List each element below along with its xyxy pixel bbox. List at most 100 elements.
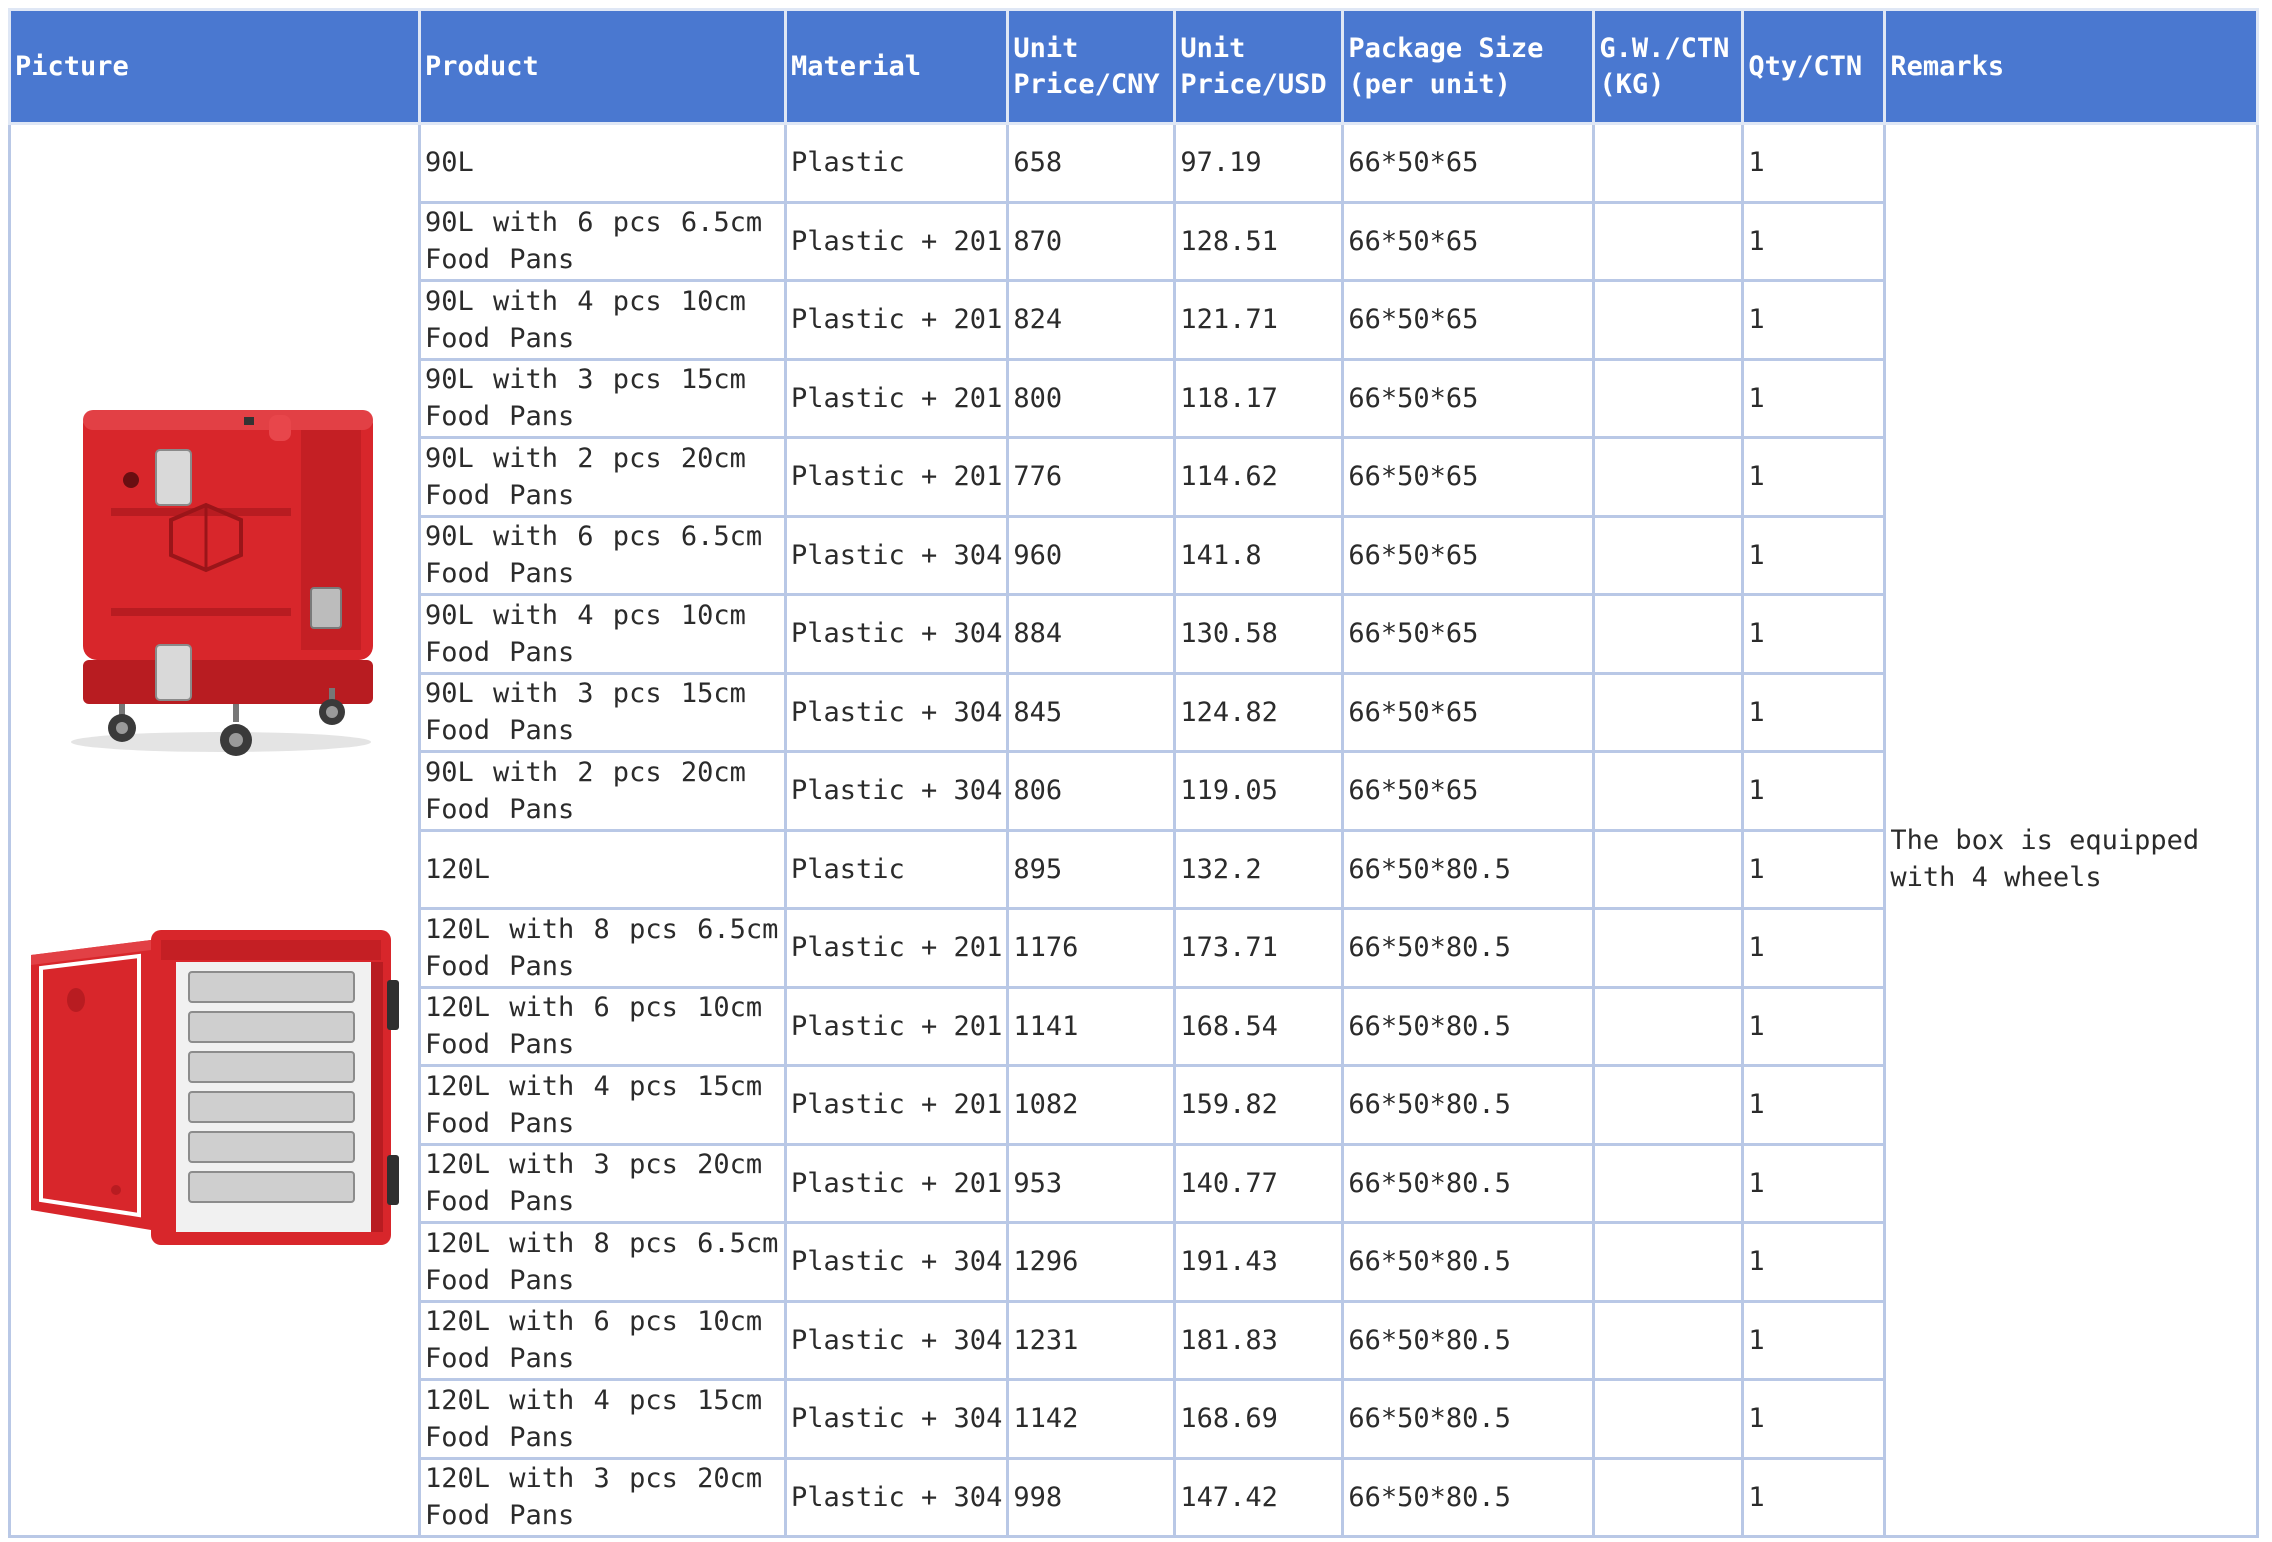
- cell-gw: [1592, 1299, 1745, 1381]
- cell-size: 66*50*80.5: [1341, 907, 1596, 989]
- cell-material: Plastic + 304: [783, 1299, 1010, 1381]
- cell-cny: 1231: [1006, 1299, 1177, 1381]
- cell-cny: 658: [1006, 122, 1177, 204]
- header-price-usd: Unit Price/USD: [1173, 8, 1345, 125]
- cell-material: Plastic + 201: [783, 1142, 1010, 1224]
- cell-size: 66*50*65: [1341, 122, 1596, 204]
- remarks-cell: The box is equipped with 4 wheels: [1883, 122, 2260, 1538]
- header-row: Picture Product Material Unit Price/CNY Unit…: [8, 8, 2260, 125]
- cell-gw: [1592, 122, 1745, 204]
- cell-material: Plastic + 304: [783, 671, 1010, 753]
- cell-product: 120L: [418, 828, 787, 910]
- cell-size: 66*50*65: [1341, 436, 1596, 518]
- header-package-size: Package Size (per unit): [1341, 8, 1596, 125]
- header-product: Product: [418, 8, 787, 125]
- cell-qty: 1: [1741, 671, 1887, 753]
- cell-qty: 1: [1741, 750, 1887, 832]
- cell-product: 120L with 4 pcs 15cm Food Pans: [418, 1064, 787, 1146]
- cell-cny: 1141: [1006, 985, 1177, 1067]
- cell-product: 90L with 2 pcs 20cm Food Pans: [418, 436, 787, 518]
- price-list-table: Picture Product Material Unit Price/CNY Unit…: [8, 8, 2260, 1538]
- cell-gw: [1592, 514, 1745, 596]
- cell-cny: 1296: [1006, 1221, 1177, 1303]
- cell-cny: 800: [1006, 357, 1177, 439]
- cell-usd: 124.82: [1173, 671, 1345, 753]
- cell-qty: 1: [1741, 1221, 1887, 1303]
- cell-cny: 845: [1006, 671, 1177, 753]
- cell-product: 120L with 6 pcs 10cm Food Pans: [418, 1299, 787, 1381]
- cell-qty: 1: [1741, 279, 1887, 361]
- cell-product: 90L with 6 pcs 6.5cm Food Pans: [418, 514, 787, 596]
- cell-cny: 953: [1006, 1142, 1177, 1224]
- cell-usd: 97.19: [1173, 122, 1345, 204]
- cell-cny: 998: [1006, 1456, 1177, 1538]
- cell-usd: 128.51: [1173, 200, 1345, 282]
- cell-material: Plastic + 201: [783, 357, 1010, 439]
- cell-qty: 1: [1741, 1142, 1887, 1224]
- cell-size: 66*50*80.5: [1341, 985, 1596, 1067]
- cell-material: Plastic + 201: [783, 436, 1010, 518]
- table-body: 90L Plastic 658 97.19 66*50*65 1 The box is eq…: [8, 122, 2260, 1538]
- cell-usd: 173.71: [1173, 907, 1345, 989]
- cell-cny: 1142: [1006, 1378, 1177, 1460]
- header-qty-ctn: Qty/CTN: [1741, 8, 1887, 125]
- cell-size: 66*50*65: [1341, 750, 1596, 832]
- cell-material: Plastic: [783, 828, 1010, 910]
- cell-product: 90L with 4 pcs 10cm Food Pans: [418, 593, 787, 675]
- cell-usd: 119.05: [1173, 750, 1345, 832]
- cell-usd: 191.43: [1173, 1221, 1345, 1303]
- cell-cny: 1082: [1006, 1064, 1177, 1146]
- cell-qty: 1: [1741, 985, 1887, 1067]
- remarks-text: The box is equipped with 4 wheels: [1890, 825, 2200, 893]
- cell-usd: 132.2: [1173, 828, 1345, 910]
- cell-usd: 118.17: [1173, 357, 1345, 439]
- cell-qty: 1: [1741, 122, 1887, 204]
- cell-usd: 121.71: [1173, 279, 1345, 361]
- header-price-cny: Unit Price/CNY: [1006, 8, 1177, 125]
- cell-gw: [1592, 671, 1745, 753]
- cell-product: 120L with 4 pcs 15cm Food Pans: [418, 1378, 787, 1460]
- table-row: 90L Plastic 658 97.19 66*50*65 1 The box is eq…: [8, 122, 2260, 1538]
- cell-cny: 824: [1006, 279, 1177, 361]
- cell-material: Plastic + 304: [783, 750, 1010, 832]
- cell-cny: 884: [1006, 593, 1177, 675]
- cell-size: 66*50*65: [1341, 514, 1596, 596]
- cell-material: Plastic + 201: [783, 985, 1010, 1067]
- cell-size: 66*50*65: [1341, 357, 1596, 439]
- cell-product: 120L with 3 pcs 20cm Food Pans: [418, 1456, 787, 1538]
- cell-qty: 1: [1741, 357, 1887, 439]
- cell-qty: 1: [1741, 593, 1887, 675]
- cell-gw: [1592, 907, 1745, 989]
- cell-material: Plastic + 304: [783, 1378, 1010, 1460]
- cell-gw: [1592, 593, 1745, 675]
- cell-product: 90L with 3 pcs 15cm Food Pans: [418, 357, 787, 439]
- cell-usd: 141.8: [1173, 514, 1345, 596]
- cell-product: 90L with 4 pcs 10cm Food Pans: [418, 279, 787, 361]
- food-carrier-120l-image: [31, 930, 399, 1245]
- cell-qty: 1: [1741, 200, 1887, 282]
- cell-gw: [1592, 1142, 1745, 1224]
- cell-qty: 1: [1741, 514, 1887, 596]
- cell-gw: [1592, 750, 1745, 832]
- cell-cny: 960: [1006, 514, 1177, 596]
- cell-usd: 168.69: [1173, 1378, 1345, 1460]
- cell-gw: [1592, 357, 1745, 439]
- cell-qty: 1: [1741, 1378, 1887, 1460]
- cell-qty: 1: [1741, 828, 1887, 910]
- cell-usd: 147.42: [1173, 1456, 1345, 1538]
- cell-material: Plastic + 304: [783, 593, 1010, 675]
- header-material: Material: [783, 8, 1010, 125]
- cell-size: 66*50*80.5: [1341, 1299, 1596, 1381]
- cell-gw: [1592, 200, 1745, 282]
- cell-size: 66*50*65: [1341, 671, 1596, 753]
- cell-gw: [1592, 985, 1745, 1067]
- cell-product: 90L with 3 pcs 15cm Food Pans: [418, 671, 787, 753]
- cell-size: 66*50*80.5: [1341, 1064, 1596, 1146]
- product-picture-cell: [8, 122, 421, 1538]
- cell-usd: 181.83: [1173, 1299, 1345, 1381]
- cell-cny: 1176: [1006, 907, 1177, 989]
- cell-usd: 130.58: [1173, 593, 1345, 675]
- cell-qty: 1: [1741, 1456, 1887, 1538]
- cell-material: Plastic + 201: [783, 907, 1010, 989]
- cell-cny: 776: [1006, 436, 1177, 518]
